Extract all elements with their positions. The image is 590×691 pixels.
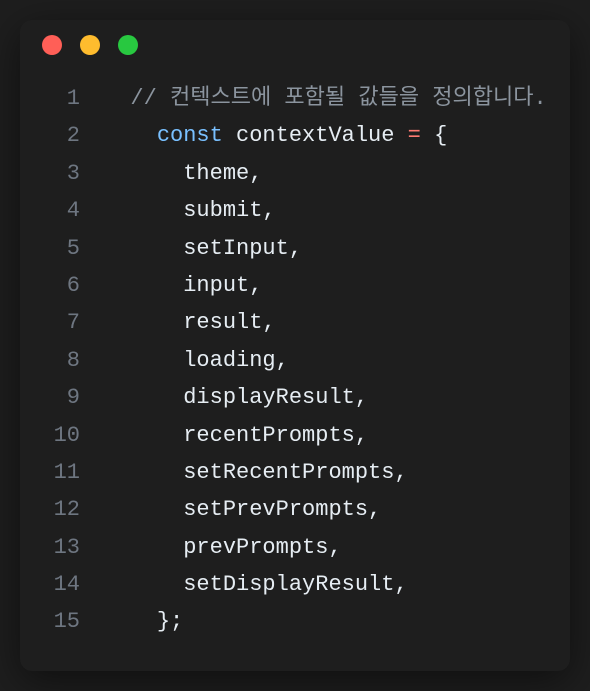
code-content: prevPrompts, xyxy=(104,529,342,566)
line-number: 3 xyxy=(40,155,80,192)
titlebar xyxy=(20,20,570,70)
token-identifier: setRecentPrompts, xyxy=(183,460,407,485)
code-window: 1 // 컨텍스트에 포함될 값들을 정의합니다.2 const context… xyxy=(20,20,570,671)
line-number: 8 xyxy=(40,342,80,379)
code-line: 10 recentPrompts, xyxy=(40,417,550,454)
token-operator: = xyxy=(408,123,421,148)
token-identifier: contextValue xyxy=(223,123,408,148)
line-number: 6 xyxy=(40,267,80,304)
code-content: displayResult, xyxy=(104,379,368,416)
line-number: 15 xyxy=(40,603,80,640)
line-number: 13 xyxy=(40,529,80,566)
code-line: 12 setPrevPrompts, xyxy=(40,491,550,528)
close-icon[interactable] xyxy=(42,35,62,55)
code-content: // 컨텍스트에 포함될 값들을 정의합니다. xyxy=(104,80,547,117)
line-number: 1 xyxy=(40,80,80,117)
minimize-icon[interactable] xyxy=(80,35,100,55)
code-content: theme, xyxy=(104,155,262,192)
line-number: 9 xyxy=(40,379,80,416)
maximize-icon[interactable] xyxy=(118,35,138,55)
code-line: 15 }; xyxy=(40,603,550,640)
token-identifier: recentPrompts, xyxy=(183,423,368,448)
code-area[interactable]: 1 // 컨텍스트에 포함될 값들을 정의합니다.2 const context… xyxy=(20,70,570,671)
code-content: recentPrompts, xyxy=(104,417,368,454)
code-content: setDisplayResult, xyxy=(104,566,408,603)
code-content: setRecentPrompts, xyxy=(104,454,408,491)
token-identifier: displayResult, xyxy=(183,385,368,410)
token-identifier: theme, xyxy=(183,161,262,186)
code-line: 2 const contextValue = { xyxy=(40,117,550,154)
token-identifier: submit, xyxy=(183,198,275,223)
token-identifier: loading, xyxy=(183,348,289,373)
code-content: const contextValue = { xyxy=(104,117,447,154)
code-line: 14 setDisplayResult, xyxy=(40,566,550,603)
line-number: 4 xyxy=(40,192,80,229)
line-number: 5 xyxy=(40,230,80,267)
token-identifier: input, xyxy=(183,273,262,298)
code-line: 5 setInput, xyxy=(40,230,550,267)
code-content: loading, xyxy=(104,342,289,379)
line-number: 7 xyxy=(40,304,80,341)
code-line: 13 prevPrompts, xyxy=(40,529,550,566)
code-line: 8 loading, xyxy=(40,342,550,379)
code-line: 6 input, xyxy=(40,267,550,304)
token-keyword: const xyxy=(157,123,223,148)
line-number: 11 xyxy=(40,454,80,491)
code-content: }; xyxy=(104,603,183,640)
code-content: setInput, xyxy=(104,230,302,267)
token-punct: { xyxy=(421,123,447,148)
token-identifier: result, xyxy=(183,310,275,335)
line-number: 10 xyxy=(40,417,80,454)
token-identifier: setDisplayResult, xyxy=(183,572,407,597)
token-comment: // 컨텍스트에 포함될 값들을 정의합니다. xyxy=(130,86,546,111)
token-punct: }; xyxy=(157,609,183,634)
line-number: 12 xyxy=(40,491,80,528)
token-identifier: setPrevPrompts, xyxy=(183,497,381,522)
code-line: 3 theme, xyxy=(40,155,550,192)
code-line: 7 result, xyxy=(40,304,550,341)
code-content: setPrevPrompts, xyxy=(104,491,381,528)
code-content: submit, xyxy=(104,192,276,229)
token-identifier: prevPrompts, xyxy=(183,535,341,560)
code-line: 1 // 컨텍스트에 포함될 값들을 정의합니다. xyxy=(40,80,550,117)
code-content: input, xyxy=(104,267,262,304)
token-identifier: setInput, xyxy=(183,236,302,261)
line-number: 14 xyxy=(40,566,80,603)
line-number: 2 xyxy=(40,117,80,154)
code-line: 9 displayResult, xyxy=(40,379,550,416)
code-line: 4 submit, xyxy=(40,192,550,229)
code-line: 11 setRecentPrompts, xyxy=(40,454,550,491)
code-content: result, xyxy=(104,304,276,341)
